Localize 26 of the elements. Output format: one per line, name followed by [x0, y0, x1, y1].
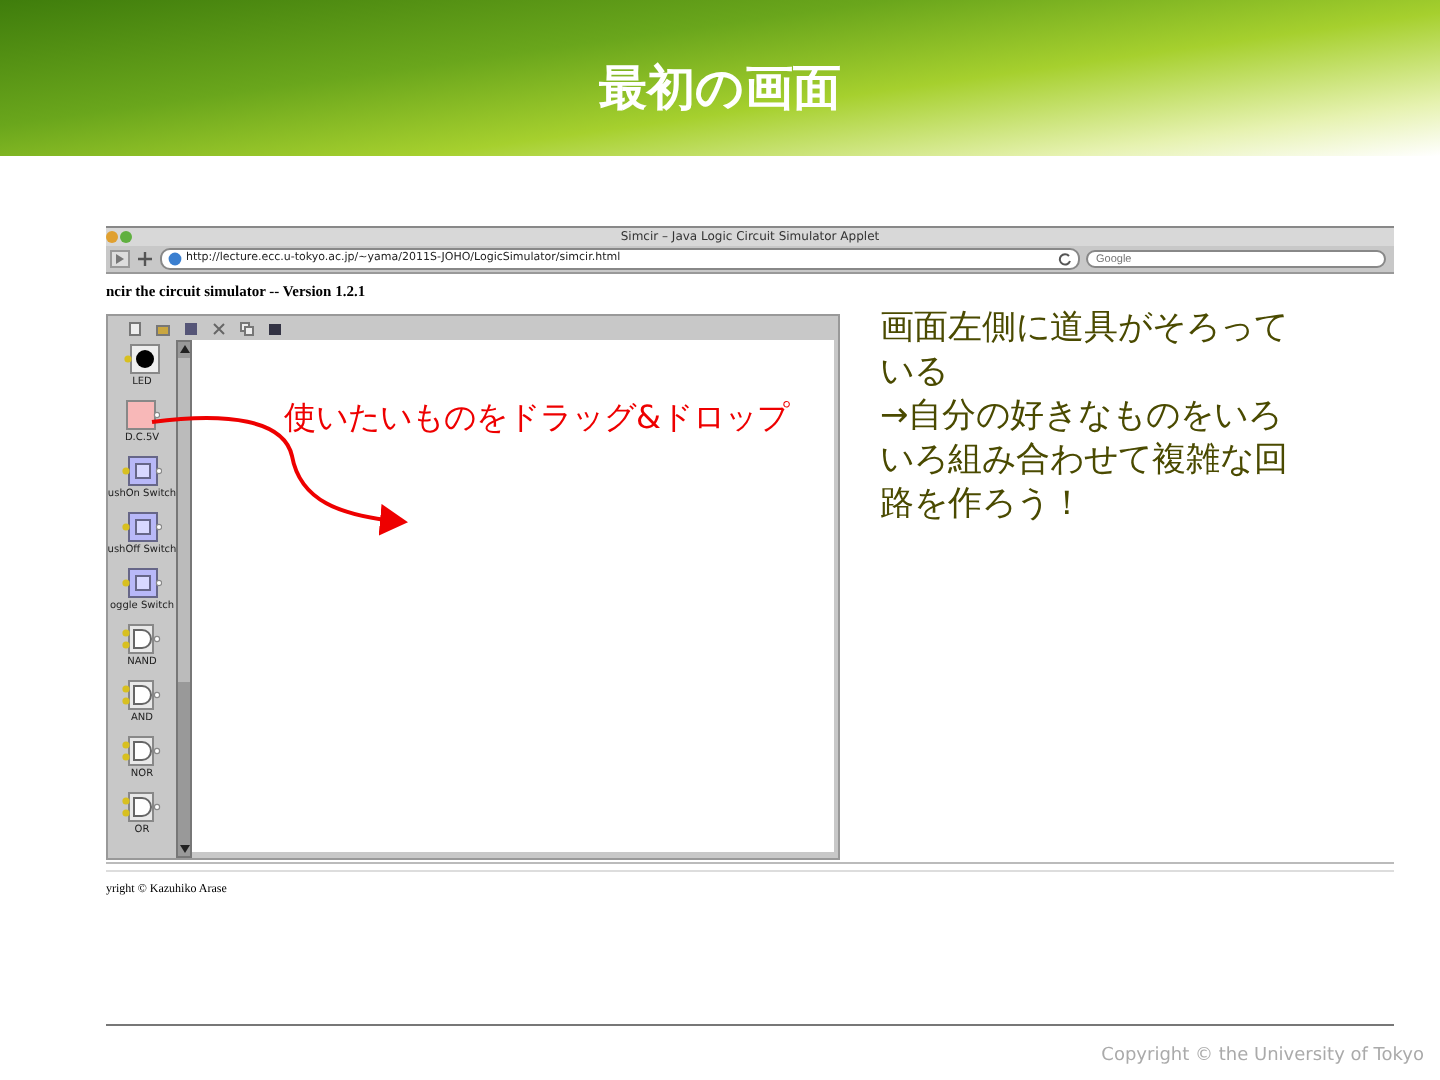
globe-icon	[168, 252, 182, 266]
plus-icon[interactable]	[136, 250, 154, 268]
open-folder-icon[interactable]	[156, 321, 170, 335]
cut-icon[interactable]	[212, 321, 226, 335]
copyright-text: Copyright © the University of Tokyo	[1101, 1044, 1424, 1068]
note-text: →自分の好きなものをいろいろ組み合わせて複雑な回路を作ろう！	[880, 394, 1290, 526]
power-source-icon	[124, 400, 160, 432]
new-file-icon[interactable]	[128, 321, 142, 335]
led-icon	[124, 344, 160, 376]
forward-icon[interactable]	[110, 250, 130, 268]
copy-icon[interactable]	[240, 321, 254, 335]
slide-title: 最初の画面	[599, 58, 841, 120]
save-icon[interactable]	[184, 321, 198, 335]
logic-gate-icon	[122, 680, 162, 712]
switch-icon	[122, 456, 162, 488]
annotation-text: 使いたいものをドラッグ&ドロップ	[284, 398, 789, 438]
logic-gate-icon	[122, 736, 162, 768]
switch-icon	[122, 568, 162, 600]
paste-icon[interactable]	[268, 321, 282, 335]
scrollbar[interactable]	[176, 340, 192, 858]
scroll-down-icon[interactable]	[177, 842, 191, 856]
reload-icon[interactable]	[1058, 252, 1072, 266]
note-text: 画面左側に道具がそろっている	[880, 306, 1290, 394]
logic-gate-icon	[122, 624, 162, 656]
logic-gate-icon	[122, 792, 162, 824]
switch-icon	[122, 512, 162, 544]
